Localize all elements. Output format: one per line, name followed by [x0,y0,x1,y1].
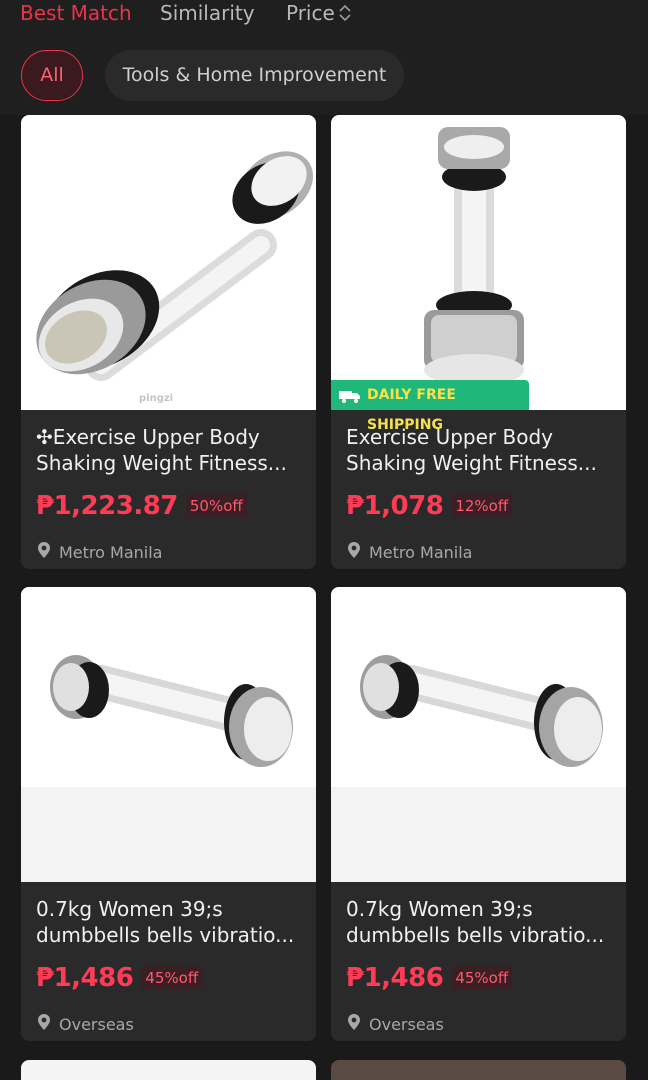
product-title: ✣Exercise Upper Body Shaking Weight Fitn… [36,424,306,476]
product-title-line2: dumbbells bells vibratio... [36,923,295,947]
location-pin-icon [37,541,51,563]
discount-badge: 50%off [185,494,247,518]
price-row: ₱1,078 12%off [346,489,513,523]
discount-badge: 45%off [451,966,513,990]
product-image [21,587,316,882]
location-pin-icon [347,541,361,563]
sort-best-match[interactable]: Best Match [20,0,132,26]
location-pin-icon [347,1013,361,1035]
chevron-up-down-icon [338,3,352,29]
product-title-line1: 0.7kg Women 39;s [346,897,533,921]
price-row: ₱1,486 45%off [36,961,203,995]
sort-price[interactable]: Price [286,0,352,29]
location-row: Overseas [37,1013,134,1035]
location-row: Overseas [347,1013,444,1035]
product-title-line2: dumbbells bells vibratio... [346,923,605,947]
product-card[interactable]: 0.7kg Women 39;s dumbbells bells vibrati… [331,587,626,1041]
free-shipping-badge: DAILY FREE SHIPPING [331,380,529,433]
product-location: Overseas [59,1014,134,1034]
filter-chip-all[interactable]: All [21,50,83,101]
image-watermark: pingzi [139,393,174,404]
discount-badge: 12%off [451,494,513,518]
sort-bar: Best Match Similarity Price [0,0,648,30]
product-title-line1: ✣Exercise Upper Body [36,425,260,449]
product-title-line2: Shaking Weight Fitness... [346,451,597,475]
price-row: ₱1,223.87 50%off [36,489,247,523]
product-price: ₱1,486 [36,963,134,993]
sort-similarity[interactable]: Similarity [160,0,255,26]
location-row: Metro Manila [37,541,162,563]
sort-price-label: Price [286,1,335,25]
product-image: DAILY FREE SHIPPING [331,115,626,433]
product-card-partial[interactable] [21,1060,316,1080]
discount-badge: 45%off [141,966,203,990]
filter-chip-tools[interactable]: Tools & Home Improvement [105,50,404,101]
product-title: 0.7kg Women 39;s dumbbells bells vibrati… [36,896,306,948]
product-price: ₱1,486 [346,963,444,993]
product-price: ₱1,078 [346,491,444,521]
category-filter-bar: All Tools & Home Improvement [0,30,648,115]
product-location: Overseas [369,1014,444,1034]
product-title-line2: Shaking Weight Fitness... [36,451,287,475]
product-location: Metro Manila [369,542,473,562]
location-pin-icon [37,1013,51,1035]
product-title-line1: Exercise Upper Body [346,425,553,449]
location-row: Metro Manila [347,541,472,563]
product-title: Exercise Upper Body Shaking Weight Fitne… [346,424,616,476]
product-title: 0.7kg Women 39;s dumbbells bells vibrati… [346,896,616,948]
product-image [331,587,626,882]
product-card[interactable]: pingzi ✣Exercise Upper Body Shaking Weig… [21,115,316,569]
product-price: ₱1,223.87 [36,491,178,521]
product-location: Metro Manila [59,542,163,562]
price-row: ₱1,486 45%off [346,961,513,995]
product-card-partial[interactable] [331,1060,626,1080]
product-title-line1: 0.7kg Women 39;s [36,897,223,921]
product-card[interactable]: DAILY FREE SHIPPING Exercise Upper Body … [331,115,626,569]
product-card[interactable]: 0.7kg Women 39;s dumbbells bells vibrati… [21,587,316,1041]
product-image: pingzi [21,115,316,410]
